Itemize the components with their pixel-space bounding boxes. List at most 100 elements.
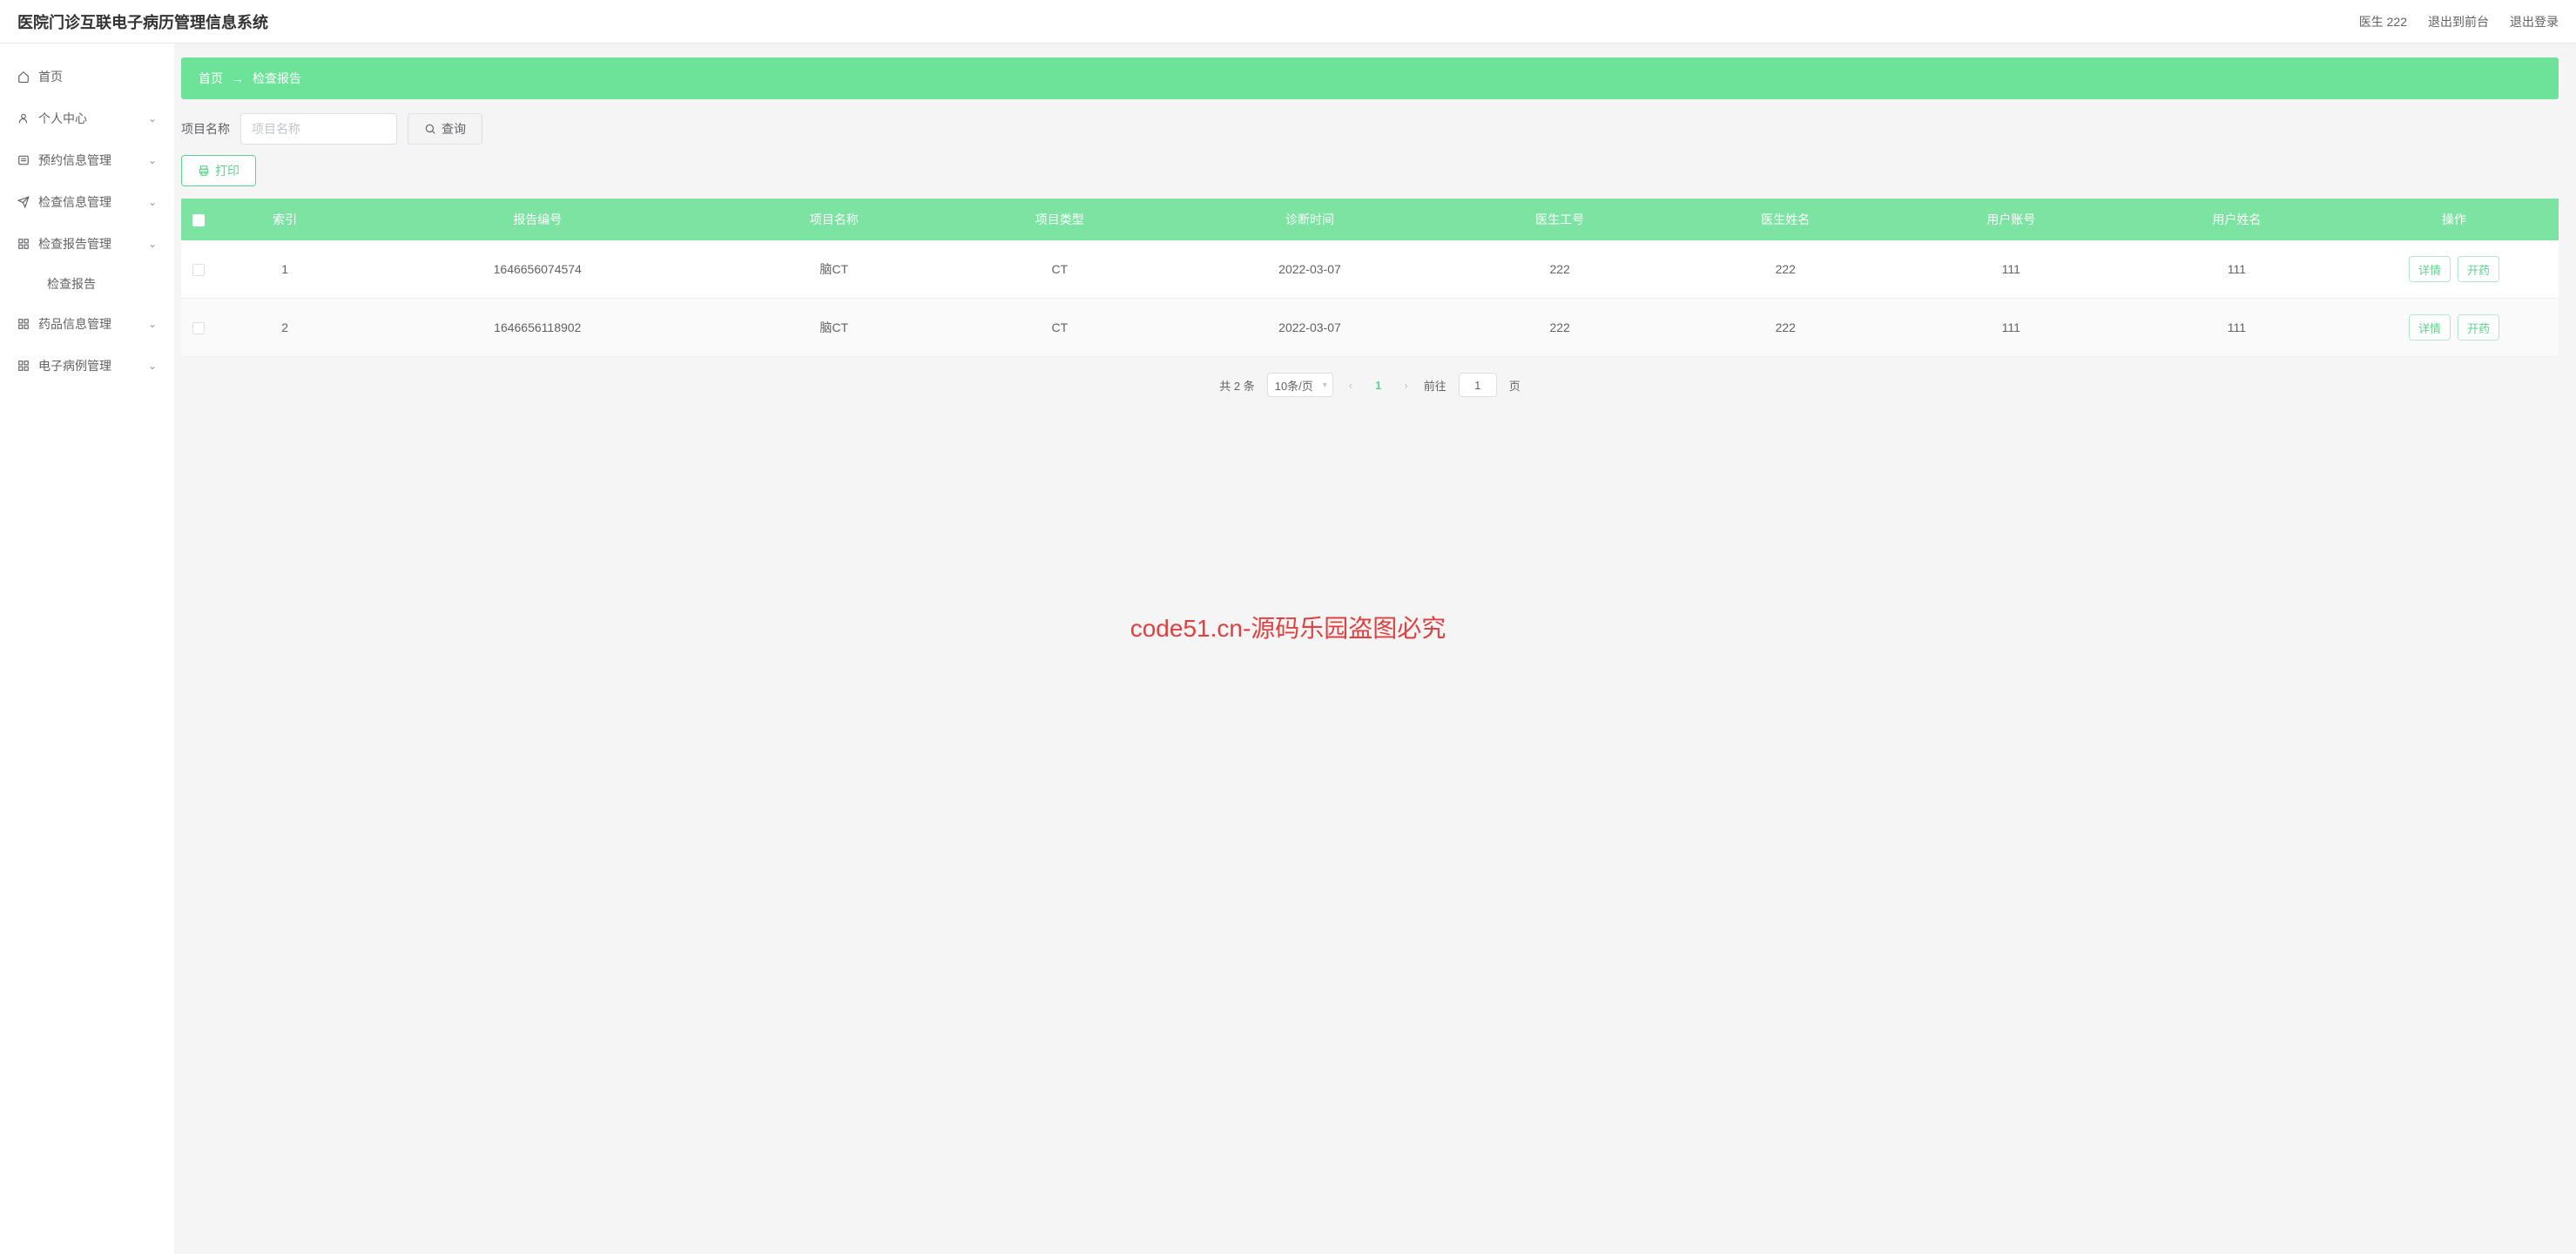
col-actions: 操作 — [2350, 199, 2559, 240]
user-label[interactable]: 医生 222 — [2359, 13, 2407, 30]
pagination: 共 2 条 10条/页 ‹ 1 › 前往 页 — [181, 373, 2559, 397]
sidebar-item-label: 预约信息管理 — [38, 152, 111, 169]
grid-icon — [17, 360, 30, 372]
print-button[interactable]: 打印 — [181, 155, 256, 186]
chevron-down-icon: ⌄ — [148, 360, 157, 372]
sidebar-item-medicine[interactable]: 药品信息管理 ⌄ — [0, 303, 174, 345]
print-icon — [198, 165, 210, 177]
cell-proj-type: CT — [947, 299, 1172, 357]
sidebar-item-label: 药品信息管理 — [38, 315, 111, 333]
print-row: 打印 — [181, 155, 2559, 186]
app-title: 医院门诊互联电子病历管理信息系统 — [17, 10, 268, 33]
search-row: 项目名称 查询 — [181, 113, 2559, 145]
cell-index: 2 — [216, 299, 354, 357]
cell-user-name: 111 — [2124, 240, 2350, 299]
sidebar-item-label: 个人中心 — [38, 110, 87, 127]
detail-button[interactable]: 详情 — [2409, 256, 2451, 282]
col-user-acc: 用户账号 — [1898, 199, 2124, 240]
cell-diag-time: 2022-03-07 — [1172, 299, 1446, 357]
select-all-checkbox[interactable] — [192, 214, 205, 226]
page-size-label: 10条/页 — [1275, 377, 1313, 394]
chevron-down-icon: ⌄ — [148, 112, 157, 125]
print-button-label: 打印 — [215, 162, 239, 179]
grid-icon — [17, 238, 30, 250]
table-header-row: 索引 报告编号 项目名称 项目类型 诊断时间 医生工号 医生姓名 用户账号 用户… — [181, 199, 2559, 240]
sidebar-item-label: 检查信息管理 — [38, 193, 111, 211]
row-checkbox[interactable] — [192, 322, 205, 334]
cell-proj-type: CT — [947, 240, 1172, 299]
sidebar-item-exam-report[interactable]: 检查报告管理 ⌄ — [0, 223, 174, 265]
chevron-down-icon: ⌄ — [148, 238, 157, 250]
logout-link[interactable]: 退出登录 — [2510, 13, 2559, 30]
search-icon — [424, 123, 436, 135]
col-proj-type: 项目类型 — [947, 199, 1172, 240]
sidebar-item-personal[interactable]: 个人中心 ⌄ — [0, 98, 174, 139]
chevron-down-icon: ⌄ — [148, 318, 157, 330]
sidebar-item-exam-info[interactable]: 检查信息管理 ⌄ — [0, 181, 174, 223]
sidebar-item-emr[interactable]: 电子病例管理 ⌄ — [0, 345, 174, 387]
sidebar-item-label: 首页 — [38, 68, 63, 85]
cell-doc-name: 222 — [1673, 299, 1898, 357]
report-table: 索引 报告编号 项目名称 项目类型 诊断时间 医生工号 医生姓名 用户账号 用户… — [181, 199, 2559, 357]
query-button[interactable]: 查询 — [408, 113, 482, 145]
query-button-label: 查询 — [442, 120, 466, 138]
page-next[interactable]: › — [1400, 379, 1411, 392]
cell-proj-name: 脑CT — [721, 240, 947, 299]
cell-index: 1 — [216, 240, 354, 299]
cell-user-name: 111 — [2124, 299, 2350, 357]
search-label: 项目名称 — [181, 120, 230, 138]
col-index: 索引 — [216, 199, 354, 240]
breadcrumb-home[interactable]: 首页 — [199, 70, 223, 87]
page-current[interactable]: 1 — [1368, 379, 1388, 392]
app-header: 医院门诊互联电子病历管理信息系统 医生 222 退出到前台 退出登录 — [0, 0, 2576, 44]
col-doc-name: 医生姓名 — [1673, 199, 1898, 240]
list-icon — [17, 154, 30, 166]
page-jump-prefix: 前往 — [1424, 377, 1446, 394]
sidebar-item-appointment[interactable]: 预约信息管理 ⌄ — [0, 139, 174, 181]
page-prev[interactable]: ‹ — [1345, 379, 1356, 392]
page-size-select[interactable]: 10条/页 — [1267, 373, 1333, 397]
chevron-down-icon: ⌄ — [148, 196, 157, 208]
table-row: 11646656074574脑CTCT2022-03-0722222211111… — [181, 240, 2559, 299]
user-icon — [17, 112, 30, 125]
col-diag-time: 诊断时间 — [1172, 199, 1446, 240]
back-front-link[interactable]: 退出到前台 — [2428, 13, 2489, 30]
prescribe-button[interactable]: 开药 — [2458, 256, 2499, 282]
detail-button[interactable]: 详情 — [2409, 314, 2451, 340]
breadcrumb-sep: → — [232, 71, 244, 85]
sidebar-item-home[interactable]: 首页 — [0, 56, 174, 98]
page-jump-input[interactable] — [1459, 373, 1497, 397]
sidebar-sub-exam-report[interactable]: 检查报告 — [0, 265, 174, 303]
grid-icon — [17, 318, 30, 330]
cell-user-acc: 111 — [1898, 299, 2124, 357]
header-right: 医生 222 退出到前台 退出登录 — [2359, 13, 2559, 30]
breadcrumb-current: 检查报告 — [253, 70, 301, 87]
sidebar: 首页 个人中心 ⌄ 预约信息管理 ⌄ 检查信息管理 ⌄ — [0, 44, 174, 1254]
col-report-no: 报告编号 — [354, 199, 721, 240]
cell-report-no: 1646656118902 — [354, 299, 721, 357]
sidebar-sub-label: 检查报告 — [47, 277, 96, 291]
sidebar-item-label: 电子病例管理 — [38, 357, 111, 374]
cell-report-no: 1646656074574 — [354, 240, 721, 299]
cell-diag-time: 2022-03-07 — [1172, 240, 1446, 299]
cell-doc-name: 222 — [1673, 240, 1898, 299]
page-total: 共 2 条 — [1219, 377, 1254, 394]
send-icon — [17, 196, 30, 208]
home-icon — [17, 71, 30, 83]
col-doc-no: 医生工号 — [1447, 199, 1673, 240]
page-jump-suffix: 页 — [1509, 377, 1521, 394]
row-checkbox[interactable] — [192, 264, 205, 276]
sidebar-item-label: 检查报告管理 — [38, 235, 111, 253]
cell-doc-no: 222 — [1447, 299, 1673, 357]
col-user-name: 用户姓名 — [2124, 199, 2350, 240]
cell-proj-name: 脑CT — [721, 299, 947, 357]
cell-user-acc: 111 — [1898, 240, 2124, 299]
main-content: 首页 → 检查报告 项目名称 查询 打印 — [174, 44, 2576, 1254]
col-proj-name: 项目名称 — [721, 199, 947, 240]
cell-doc-no: 222 — [1447, 240, 1673, 299]
project-name-input[interactable] — [240, 113, 397, 145]
breadcrumb: 首页 → 检查报告 — [181, 57, 2559, 99]
table-row: 21646656118902脑CTCT2022-03-0722222211111… — [181, 299, 2559, 357]
chevron-down-icon: ⌄ — [148, 154, 157, 166]
prescribe-button[interactable]: 开药 — [2458, 314, 2499, 340]
